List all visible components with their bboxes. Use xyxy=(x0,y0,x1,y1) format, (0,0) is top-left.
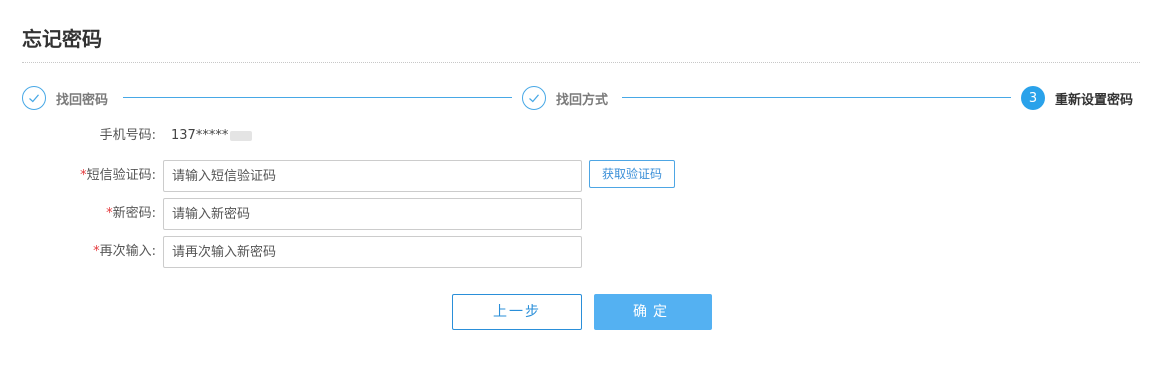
check-icon xyxy=(22,86,46,110)
title-divider xyxy=(22,62,1140,63)
forgot-password-page: 忘记密码 找回密码 找回方式 3 重新设置密码 手机号码: 137***** *… xyxy=(0,0,1159,365)
step-connector xyxy=(622,97,1011,98)
step-3: 3 重新设置密码 xyxy=(1021,84,1133,112)
confirm-password-label: *再次输入: xyxy=(93,236,156,268)
phone-label: 手机号码: xyxy=(100,120,156,152)
confirm-password-input[interactable] xyxy=(163,236,582,268)
sms-code-input[interactable] xyxy=(163,160,582,192)
progress-steps: 找回密码 找回方式 3 重新设置密码 xyxy=(22,84,1140,112)
confirm-password-row: *再次输入: xyxy=(0,236,1159,268)
get-code-button[interactable]: 获取验证码 xyxy=(589,160,675,188)
phone-label-text: 手机号码: xyxy=(99,128,156,143)
step-number-badge: 3 xyxy=(1021,86,1045,110)
check-icon xyxy=(522,86,546,110)
new-password-input[interactable] xyxy=(163,198,582,230)
step-label: 重新设置密码 xyxy=(1055,92,1134,108)
step-connector xyxy=(123,97,512,98)
page-title: 忘记密码 xyxy=(22,27,102,51)
step-number: 3 xyxy=(1028,90,1038,106)
phone-number-text: 137***** xyxy=(171,128,229,143)
sms-code-label-text: 短信验证码: xyxy=(86,168,156,183)
confirm-button[interactable]: 确定 xyxy=(594,294,712,330)
new-password-label-text: 新密码: xyxy=(112,206,156,221)
new-password-label: *新密码: xyxy=(106,198,156,230)
masked-digits xyxy=(230,131,253,141)
confirm-password-label-text: 再次输入: xyxy=(99,244,156,259)
step-label: 找回密码 xyxy=(56,92,109,108)
phone-row: 手机号码: 137***** xyxy=(0,120,1159,152)
new-password-row: *新密码: xyxy=(0,198,1159,230)
prev-step-button[interactable]: 上一步 xyxy=(452,294,582,330)
step-label: 找回方式 xyxy=(556,92,609,108)
step-2: 找回方式 xyxy=(522,84,608,112)
sms-code-row: *短信验证码: 获取验证码 xyxy=(0,160,1159,192)
phone-value: 137***** xyxy=(171,120,253,152)
sms-code-label: *短信验证码: xyxy=(80,160,156,192)
step-1: 找回密码 xyxy=(22,84,108,112)
